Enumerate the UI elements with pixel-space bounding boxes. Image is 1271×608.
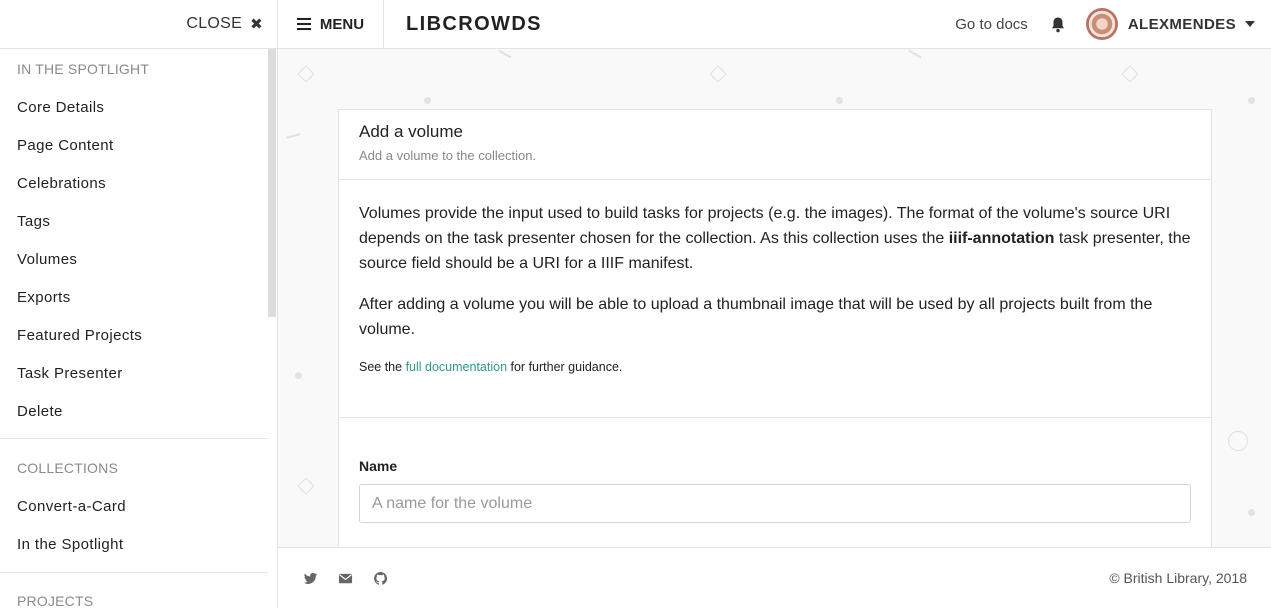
add-volume-card: Add a volume Add a volume to the collect… <box>338 109 1212 547</box>
sidebar-item-page-content[interactable]: Page Content <box>0 137 114 154</box>
decorative-diamond-icon <box>297 477 315 495</box>
note-text: See the <box>359 360 406 374</box>
sidebar-item-celebrations[interactable]: Celebrations <box>0 175 106 192</box>
top-navbar: MENU LIBCROWDS Go to docs ALEXMENDES <box>278 0 1271 49</box>
menu-label: MENU <box>319 15 365 33</box>
decorative-dot-icon <box>1248 509 1255 516</box>
sidebar-item-in-the-spotlight[interactable]: In the Spotlight <box>0 536 123 553</box>
documentation-note: See the full documentation for further g… <box>359 360 1191 374</box>
name-label: Name <box>359 458 398 474</box>
sidebar-header: CLOSE ✖ <box>0 0 277 49</box>
sidebar-item-task-presenter[interactable]: Task Presenter <box>0 365 123 382</box>
decorative-diamond-icon <box>709 65 727 83</box>
chevron-down-icon[interactable] <box>1245 21 1255 27</box>
decorative-dot-icon <box>295 372 302 379</box>
presenter-name: iiif-annotation <box>948 230 1055 247</box>
card-header: Add a volume Add a volume to the collect… <box>339 110 1211 180</box>
card-subtitle: Add a volume to the collection. <box>359 148 537 163</box>
sidebar-divider <box>0 572 268 573</box>
twitter-icon[interactable] <box>303 571 318 586</box>
top-right-controls: Go to docs ALEXMENDES <box>955 0 1271 49</box>
close-sidebar-button[interactable]: CLOSE ✖ <box>186 15 263 33</box>
decorative-diamond-icon <box>1121 65 1139 83</box>
description-paragraph: Volumes provide the input used to build … <box>359 201 1191 276</box>
volume-form: Name <box>339 418 1211 523</box>
sidebar-section-title: COLLECTIONS <box>17 460 118 476</box>
github-icon[interactable] <box>373 571 388 586</box>
thumbnail-paragraph: After adding a volume you will be able t… <box>359 296 1153 338</box>
footer: © British Library, 2018 <box>278 547 1271 608</box>
brand-logo[interactable]: LIBCROWDS <box>406 13 542 36</box>
sidebar-item-convert-a-card[interactable]: Convert-a-Card <box>0 498 126 515</box>
decorative-diamond-icon <box>297 65 315 83</box>
sidebar-item-volumes[interactable]: Volumes <box>0 251 77 268</box>
decorative-ring-icon <box>1228 431 1248 451</box>
decorative-dash-icon <box>286 133 300 139</box>
sidebar-item-delete[interactable]: Delete <box>0 403 63 420</box>
close-label: CLOSE <box>186 15 243 32</box>
sidebar: CLOSE ✖ IN THE SPOTLIGHT Core Details Pa… <box>0 0 278 608</box>
decorative-dot-icon <box>836 97 843 104</box>
documentation-link[interactable]: full documentation <box>406 360 507 374</box>
sidebar-section-title: IN THE SPOTLIGHT <box>17 61 150 77</box>
name-input[interactable] <box>359 484 1191 523</box>
sidebar-item-featured-projects[interactable]: Featured Projects <box>0 327 142 344</box>
hamburger-icon <box>296 18 311 30</box>
decorative-dash-icon <box>908 49 922 58</box>
note-text: for further guidance. <box>507 360 623 374</box>
decorative-dash-icon <box>498 49 512 58</box>
decorative-dot-icon <box>1248 97 1255 104</box>
sidebar-section-title: PROJECTS <box>17 593 94 608</box>
sidebar-item-core-details[interactable]: Core Details <box>0 99 104 116</box>
user-menu-name[interactable]: ALEXMENDES <box>1128 16 1236 33</box>
close-icon: ✖ <box>250 16 263 33</box>
bell-icon[interactable] <box>1050 16 1066 33</box>
docs-link[interactable]: Go to docs <box>955 16 1028 33</box>
card-description: Volumes provide the input used to build … <box>339 180 1211 418</box>
email-icon[interactable] <box>338 571 353 586</box>
card-title: Add a volume <box>359 122 463 141</box>
menu-button[interactable]: MENU <box>278 0 384 49</box>
sidebar-item-exports[interactable]: Exports <box>0 289 71 306</box>
sidebar-divider <box>0 438 268 439</box>
main-content: Add a volume Add a volume to the collect… <box>278 49 1271 547</box>
sidebar-scrollbar[interactable] <box>268 49 276 317</box>
avatar[interactable] <box>1085 8 1118 40</box>
copyright-text: © British Library, 2018 <box>1109 570 1247 586</box>
sidebar-item-tags[interactable]: Tags <box>0 213 50 230</box>
decorative-dot-icon <box>424 97 431 104</box>
